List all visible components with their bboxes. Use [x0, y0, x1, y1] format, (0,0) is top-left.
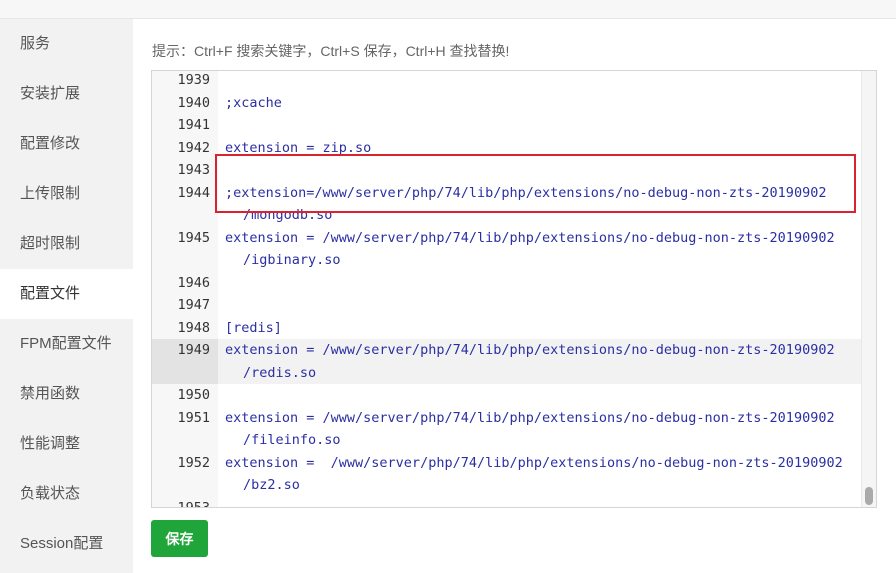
sidebar-item-9[interactable]: 负载状态: [0, 469, 133, 519]
line-number: 1950: [177, 387, 210, 403]
line-number: 1942: [177, 139, 210, 156]
sidebar-item-0[interactable]: 服务: [0, 19, 133, 69]
line-number: 1951: [177, 409, 210, 426]
code-text[interactable]: [218, 294, 876, 317]
editor-hint: 提示：Ctrl+F 搜索关键字，Ctrl+S 保存，Ctrl+H 查找替换!: [152, 43, 510, 59]
code-text-main: ;xcache: [225, 94, 282, 111]
code-text[interactable]: [redis]: [218, 317, 876, 340]
editor-lines: 1939 1940 ;xcache 1941 1942 extension = zip.s…: [152, 71, 876, 508]
code-text-main: extension = /www/server/php/74/lib/php/e…: [225, 409, 835, 426]
code-line[interactable]: 1952 extension = /www/server/php/74/lib/p…: [152, 452, 876, 497]
line-number: 1947: [177, 297, 210, 313]
vertical-scrollbar[interactable]: [861, 71, 876, 507]
code-text[interactable]: extension = zip.so: [218, 137, 876, 160]
top-bar: [0, 0, 896, 19]
code-text-wrapped: /mongodb.so: [243, 207, 333, 223]
code-text[interactable]: extension = /www/server/php/74/lib/php/e…: [218, 452, 876, 497]
code-text[interactable]: [218, 384, 876, 407]
code-text[interactable]: [218, 159, 876, 182]
save-button[interactable]: 保存: [151, 520, 208, 557]
line-number: 1941: [177, 117, 210, 133]
line-number: 1946: [177, 274, 210, 291]
code-line[interactable]: 1943: [152, 159, 876, 182]
code-line[interactable]: 1939: [152, 71, 876, 92]
code-text[interactable]: ;xcache: [218, 92, 876, 115]
line-number: 1940: [177, 94, 210, 111]
code-text-main: ;extension=/www/server/php/74/lib/php/ex…: [225, 184, 827, 201]
sidebar: 服务 安装扩展 配置修改 上传限制 超时限制 配置文件 FPM配置文件 禁用函数 性能调整 负载状…: [0, 19, 133, 573]
code-text-main: [redis]: [225, 319, 282, 336]
code-line[interactable]: 1949 extension = /www/server/php/74/lib/p…: [152, 339, 876, 384]
scrollbar-thumb[interactable]: [865, 487, 873, 505]
code-text[interactable]: [218, 71, 876, 92]
code-text[interactable]: [218, 497, 876, 508]
code-text-main: extension = zip.so: [225, 139, 372, 156]
code-line[interactable]: 1948 [redis]: [152, 317, 876, 340]
code-line[interactable]: 1953: [152, 497, 876, 508]
line-number: 1952: [177, 454, 210, 471]
code-text-wrapped: /redis.so: [243, 364, 317, 381]
line-number: 1944: [177, 184, 210, 201]
code-line[interactable]: 1947: [152, 294, 876, 317]
line-number: 1945: [177, 229, 210, 246]
code-line[interactable]: 1944 ;extension=/www/server/php/74/lib/ph…: [152, 182, 876, 227]
code-line[interactable]: 1950: [152, 384, 876, 407]
code-text[interactable]: extension = /www/server/php/74/lib/php/e…: [218, 227, 876, 272]
code-text-main: extension = /www/server/php/74/lib/php/e…: [225, 342, 835, 358]
sidebar-item-3[interactable]: 上传限制: [0, 169, 133, 219]
code-text[interactable]: extension = /www/server/php/74/lib/php/e…: [218, 407, 876, 452]
line-number: 1953: [177, 499, 210, 508]
code-text-wrapped: /fileinfo.so: [243, 432, 341, 448]
sidebar-item-8[interactable]: 性能调整: [0, 419, 133, 469]
sidebar-item-7[interactable]: 禁用函数: [0, 369, 133, 419]
sidebar-item-1[interactable]: 安装扩展: [0, 69, 133, 119]
code-line[interactable]: 1942 extension = zip.so: [152, 137, 876, 160]
line-number: 1949: [152, 339, 218, 384]
sidebar-item-2[interactable]: 配置修改: [0, 119, 133, 169]
code-line[interactable]: 1941: [152, 114, 876, 137]
line-number: 1948: [177, 319, 210, 336]
code-text-wrapped: /bz2.so: [243, 477, 300, 493]
sidebar-item-6[interactable]: FPM配置文件: [0, 319, 133, 369]
code-text[interactable]: ;extension=/www/server/php/74/lib/php/ex…: [218, 182, 876, 227]
sidebar-item-4[interactable]: 超时限制: [0, 219, 133, 269]
code-text-wrapped: /igbinary.so: [243, 252, 341, 268]
sidebar-item-10[interactable]: Session配置: [0, 519, 133, 569]
code-text-main: extension = /www/server/php/74/lib/php/e…: [225, 229, 835, 246]
line-number: 1939: [177, 72, 210, 88]
code-text[interactable]: [218, 114, 876, 137]
code-line[interactable]: 1940 ;xcache: [152, 92, 876, 115]
code-line[interactable]: 1946: [152, 272, 876, 295]
code-line[interactable]: 1945 extension = /www/server/php/74/lib/p…: [152, 227, 876, 272]
code-text[interactable]: [218, 272, 876, 295]
code-line[interactable]: 1951 extension = /www/server/php/74/lib/p…: [152, 407, 876, 452]
code-text-main: extension = /www/server/php/74/lib/php/e…: [225, 454, 843, 471]
code-editor[interactable]: 1939 1940 ;xcache 1941 1942 extension = zip.s…: [151, 70, 877, 508]
line-number: 1943: [177, 162, 210, 178]
sidebar-item-5[interactable]: 配置文件: [0, 269, 133, 319]
code-text[interactable]: extension = /www/server/php/74/lib/php/e…: [218, 339, 876, 384]
